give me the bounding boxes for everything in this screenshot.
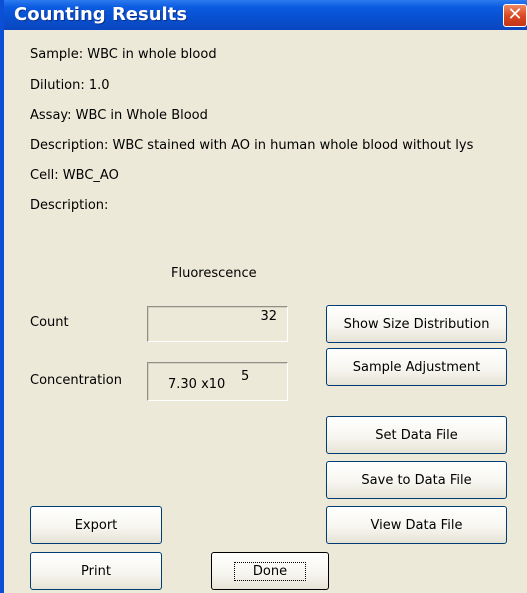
cell-label: Cell: WBC_AO bbox=[30, 168, 119, 183]
save-to-data-file-button[interactable]: Save to Data File bbox=[326, 461, 507, 499]
dilution-label: Dilution: 1.0 bbox=[30, 78, 110, 93]
sample-label: Sample: WBC in whole blood bbox=[30, 47, 217, 62]
count-value: 32 bbox=[260, 309, 277, 324]
show-size-distribution-button[interactable]: Show Size Distribution bbox=[326, 305, 507, 343]
assay-label: Assay: WBC in Whole Blood bbox=[30, 108, 208, 123]
concentration-exponent: 5 bbox=[241, 369, 250, 384]
count-label: Count bbox=[30, 315, 69, 330]
title-bar: Counting Results bbox=[4, 0, 527, 30]
counting-results-dialog: Counting Results ✕ Sample: WBC in whole … bbox=[0, 0, 527, 593]
concentration-value: 7.30 x10 bbox=[168, 377, 226, 392]
done-button-label: Done bbox=[233, 561, 307, 581]
print-button[interactable]: Print bbox=[30, 552, 162, 590]
fluorescence-column-header: Fluorescence bbox=[171, 266, 257, 281]
close-icon: ✕ bbox=[507, 4, 523, 25]
view-data-file-button[interactable]: View Data File bbox=[326, 506, 507, 544]
sample-adjustment-button[interactable]: Sample Adjustment bbox=[326, 348, 507, 386]
done-button[interactable]: Done bbox=[211, 552, 329, 590]
set-data-file-button[interactable]: Set Data File bbox=[326, 416, 507, 454]
concentration-label: Concentration bbox=[30, 373, 122, 388]
concentration-field: 7.30 x10 5 bbox=[147, 362, 288, 401]
close-button[interactable]: ✕ bbox=[503, 4, 527, 27]
count-field: 32 bbox=[147, 306, 288, 342]
window-title: Counting Results bbox=[14, 4, 188, 25]
export-button[interactable]: Export bbox=[30, 506, 162, 544]
assay-description-label: Description: WBC stained with AO in huma… bbox=[30, 138, 474, 153]
cell-description-label: Description: bbox=[30, 198, 109, 213]
